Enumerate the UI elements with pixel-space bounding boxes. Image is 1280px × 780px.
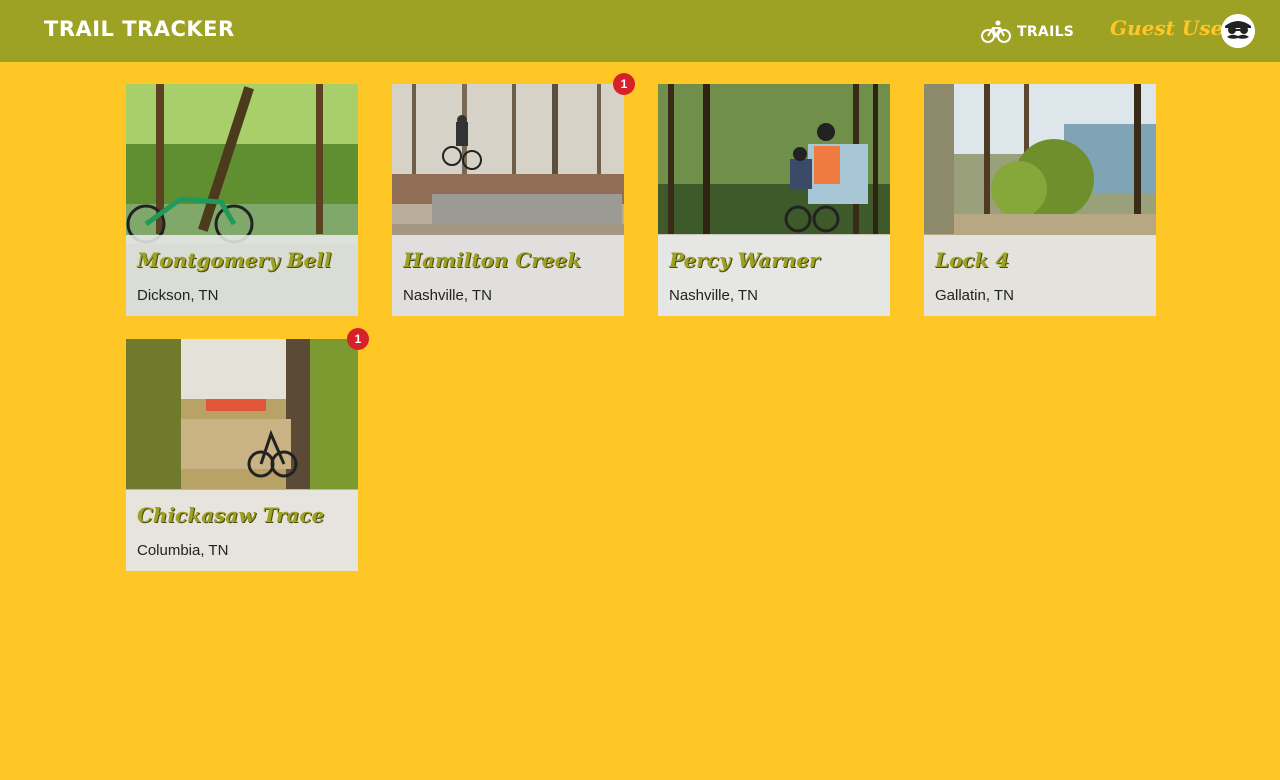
trail-name: Chickasaw Trace <box>137 503 325 527</box>
bicycle-icon <box>981 20 1011 44</box>
trail-info-panel: Hamilton Creek Nashville, TN <box>392 235 624 316</box>
trail-location: Gallatin, TN <box>935 287 1014 304</box>
trail-name: Lock 4 <box>935 248 1010 272</box>
trail-location: Nashville, TN <box>403 287 492 304</box>
user-name-link[interactable]: Guest User <box>1110 16 1234 40</box>
trail-card-chickasaw-trace[interactable]: Chickasaw Trace Columbia, TN <box>126 339 358 571</box>
trail-card-lock-4[interactable]: Lock 4 Gallatin, TN <box>924 84 1156 316</box>
trail-name: Hamilton Creek <box>403 248 582 272</box>
notification-badge: 1 <box>613 73 635 95</box>
user-avatar[interactable] <box>1221 14 1255 48</box>
brand-logo-link[interactable]: TRAIL TRACKER <box>44 17 235 41</box>
trail-location: Dickson, TN <box>137 287 219 304</box>
trail-card-montgomery-bell[interactable]: Montgomery Bell Dickson, TN <box>126 84 358 316</box>
trail-card-percy-warner[interactable]: Percy Warner Nashville, TN <box>658 84 890 316</box>
top-navbar: TRAIL TRACKER TRAILS Guest User <box>0 0 1280 62</box>
trail-info-panel: Chickasaw Trace Columbia, TN <box>126 490 358 571</box>
nav-trails-link[interactable]: TRAILS <box>981 20 1074 44</box>
mustache-avatar-icon <box>1221 14 1255 48</box>
trail-card-hamilton-creek[interactable]: Hamilton Creek Nashville, TN <box>392 84 624 316</box>
trail-info-panel: Lock 4 Gallatin, TN <box>924 235 1156 316</box>
trail-location: Nashville, TN <box>669 287 758 304</box>
trail-name: Montgomery Bell <box>137 248 332 272</box>
trail-name: Percy Warner <box>669 248 820 272</box>
nav-trails-label: TRAILS <box>1017 24 1075 40</box>
trail-info-panel: Percy Warner Nashville, TN <box>658 235 890 316</box>
trail-location: Columbia, TN <box>137 542 229 559</box>
trail-info-panel: Montgomery Bell Dickson, TN <box>126 235 358 316</box>
notification-badge: 1 <box>347 328 369 350</box>
